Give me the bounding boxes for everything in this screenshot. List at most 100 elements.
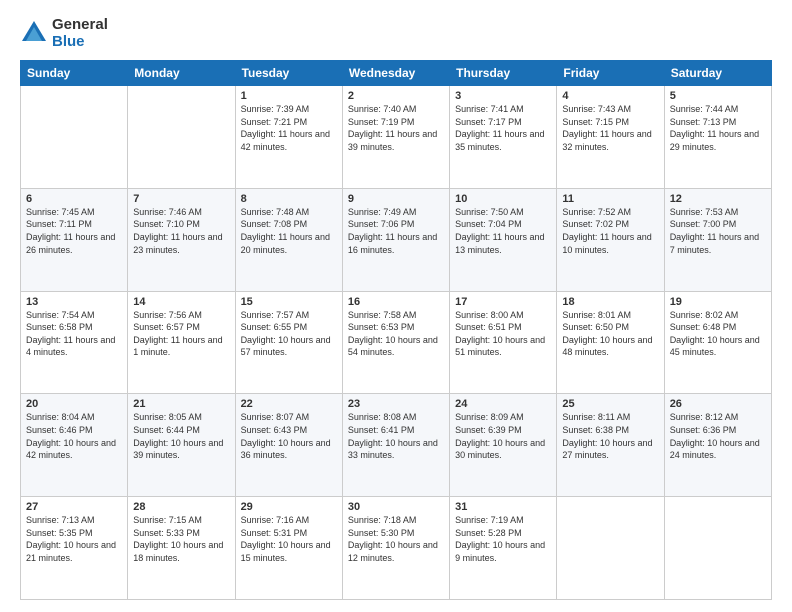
day-info: Sunrise: 8:11 AM Sunset: 6:38 PM Dayligh… xyxy=(562,411,658,461)
day-number: 21 xyxy=(133,398,229,410)
calendar-cell: 10Sunrise: 7:50 AM Sunset: 7:04 PM Dayli… xyxy=(450,188,557,291)
day-info: Sunrise: 8:08 AM Sunset: 6:41 PM Dayligh… xyxy=(348,411,444,461)
day-number: 30 xyxy=(348,501,444,513)
weekday-header-row: SundayMondayTuesdayWednesdayThursdayFrid… xyxy=(21,61,772,86)
day-number: 17 xyxy=(455,296,551,308)
calendar-cell: 26Sunrise: 8:12 AM Sunset: 6:36 PM Dayli… xyxy=(664,394,771,497)
day-number: 16 xyxy=(348,296,444,308)
logo: General Blue xyxy=(20,16,108,50)
calendar-table: SundayMondayTuesdayWednesdayThursdayFrid… xyxy=(20,60,772,600)
calendar-cell: 3Sunrise: 7:41 AM Sunset: 7:17 PM Daylig… xyxy=(450,86,557,189)
calendar-cell: 9Sunrise: 7:49 AM Sunset: 7:06 PM Daylig… xyxy=(342,188,449,291)
day-info: Sunrise: 8:02 AM Sunset: 6:48 PM Dayligh… xyxy=(670,309,766,359)
day-number: 22 xyxy=(241,398,337,410)
calendar-cell xyxy=(128,86,235,189)
calendar-cell: 5Sunrise: 7:44 AM Sunset: 7:13 PM Daylig… xyxy=(664,86,771,189)
calendar-cell xyxy=(21,86,128,189)
day-number: 2 xyxy=(348,90,444,102)
day-info: Sunrise: 7:50 AM Sunset: 7:04 PM Dayligh… xyxy=(455,206,551,256)
day-number: 6 xyxy=(26,193,122,205)
day-info: Sunrise: 7:45 AM Sunset: 7:11 PM Dayligh… xyxy=(26,206,122,256)
day-info: Sunrise: 8:12 AM Sunset: 6:36 PM Dayligh… xyxy=(670,411,766,461)
week-row-1: 6Sunrise: 7:45 AM Sunset: 7:11 PM Daylig… xyxy=(21,188,772,291)
week-row-3: 20Sunrise: 8:04 AM Sunset: 6:46 PM Dayli… xyxy=(21,394,772,497)
day-number: 18 xyxy=(562,296,658,308)
weekday-header-thursday: Thursday xyxy=(450,61,557,86)
logo-text: General Blue xyxy=(52,16,108,50)
day-number: 11 xyxy=(562,193,658,205)
calendar-cell: 13Sunrise: 7:54 AM Sunset: 6:58 PM Dayli… xyxy=(21,291,128,394)
day-info: Sunrise: 7:49 AM Sunset: 7:06 PM Dayligh… xyxy=(348,206,444,256)
weekday-header-friday: Friday xyxy=(557,61,664,86)
calendar-cell: 14Sunrise: 7:56 AM Sunset: 6:57 PM Dayli… xyxy=(128,291,235,394)
calendar-cell: 31Sunrise: 7:19 AM Sunset: 5:28 PM Dayli… xyxy=(450,497,557,600)
calendar-cell: 6Sunrise: 7:45 AM Sunset: 7:11 PM Daylig… xyxy=(21,188,128,291)
logo-icon xyxy=(20,19,48,47)
calendar-cell: 28Sunrise: 7:15 AM Sunset: 5:33 PM Dayli… xyxy=(128,497,235,600)
day-number: 13 xyxy=(26,296,122,308)
calendar-cell: 2Sunrise: 7:40 AM Sunset: 7:19 PM Daylig… xyxy=(342,86,449,189)
day-info: Sunrise: 7:52 AM Sunset: 7:02 PM Dayligh… xyxy=(562,206,658,256)
day-number: 26 xyxy=(670,398,766,410)
day-info: Sunrise: 8:00 AM Sunset: 6:51 PM Dayligh… xyxy=(455,309,551,359)
week-row-2: 13Sunrise: 7:54 AM Sunset: 6:58 PM Dayli… xyxy=(21,291,772,394)
day-info: Sunrise: 7:13 AM Sunset: 5:35 PM Dayligh… xyxy=(26,514,122,564)
day-info: Sunrise: 7:58 AM Sunset: 6:53 PM Dayligh… xyxy=(348,309,444,359)
day-number: 20 xyxy=(26,398,122,410)
calendar-cell: 20Sunrise: 8:04 AM Sunset: 6:46 PM Dayli… xyxy=(21,394,128,497)
calendar-cell xyxy=(664,497,771,600)
weekday-header-sunday: Sunday xyxy=(21,61,128,86)
day-info: Sunrise: 8:09 AM Sunset: 6:39 PM Dayligh… xyxy=(455,411,551,461)
day-info: Sunrise: 8:05 AM Sunset: 6:44 PM Dayligh… xyxy=(133,411,229,461)
calendar-cell: 15Sunrise: 7:57 AM Sunset: 6:55 PM Dayli… xyxy=(235,291,342,394)
calendar-cell: 12Sunrise: 7:53 AM Sunset: 7:00 PM Dayli… xyxy=(664,188,771,291)
day-number: 14 xyxy=(133,296,229,308)
calendar-cell: 27Sunrise: 7:13 AM Sunset: 5:35 PM Dayli… xyxy=(21,497,128,600)
calendar-cell: 22Sunrise: 8:07 AM Sunset: 6:43 PM Dayli… xyxy=(235,394,342,497)
day-number: 9 xyxy=(348,193,444,205)
day-info: Sunrise: 7:40 AM Sunset: 7:19 PM Dayligh… xyxy=(348,103,444,153)
calendar-cell: 29Sunrise: 7:16 AM Sunset: 5:31 PM Dayli… xyxy=(235,497,342,600)
day-number: 4 xyxy=(562,90,658,102)
day-number: 5 xyxy=(670,90,766,102)
day-info: Sunrise: 7:16 AM Sunset: 5:31 PM Dayligh… xyxy=(241,514,337,564)
day-number: 29 xyxy=(241,501,337,513)
week-row-4: 27Sunrise: 7:13 AM Sunset: 5:35 PM Dayli… xyxy=(21,497,772,600)
weekday-header-saturday: Saturday xyxy=(664,61,771,86)
week-row-0: 1Sunrise: 7:39 AM Sunset: 7:21 PM Daylig… xyxy=(21,86,772,189)
weekday-header-wednesday: Wednesday xyxy=(342,61,449,86)
calendar-cell: 25Sunrise: 8:11 AM Sunset: 6:38 PM Dayli… xyxy=(557,394,664,497)
calendar-cell: 16Sunrise: 7:58 AM Sunset: 6:53 PM Dayli… xyxy=(342,291,449,394)
day-info: Sunrise: 7:44 AM Sunset: 7:13 PM Dayligh… xyxy=(670,103,766,153)
day-number: 23 xyxy=(348,398,444,410)
day-info: Sunrise: 7:18 AM Sunset: 5:30 PM Dayligh… xyxy=(348,514,444,564)
calendar-cell: 18Sunrise: 8:01 AM Sunset: 6:50 PM Dayli… xyxy=(557,291,664,394)
calendar-cell: 24Sunrise: 8:09 AM Sunset: 6:39 PM Dayli… xyxy=(450,394,557,497)
calendar-cell xyxy=(557,497,664,600)
calendar-cell: 8Sunrise: 7:48 AM Sunset: 7:08 PM Daylig… xyxy=(235,188,342,291)
calendar-cell: 23Sunrise: 8:08 AM Sunset: 6:41 PM Dayli… xyxy=(342,394,449,497)
day-info: Sunrise: 7:57 AM Sunset: 6:55 PM Dayligh… xyxy=(241,309,337,359)
calendar-cell: 19Sunrise: 8:02 AM Sunset: 6:48 PM Dayli… xyxy=(664,291,771,394)
day-number: 27 xyxy=(26,501,122,513)
day-number: 8 xyxy=(241,193,337,205)
calendar-cell: 11Sunrise: 7:52 AM Sunset: 7:02 PM Dayli… xyxy=(557,188,664,291)
calendar-cell: 4Sunrise: 7:43 AM Sunset: 7:15 PM Daylig… xyxy=(557,86,664,189)
header: General Blue xyxy=(20,16,772,50)
day-info: Sunrise: 8:07 AM Sunset: 6:43 PM Dayligh… xyxy=(241,411,337,461)
day-info: Sunrise: 7:39 AM Sunset: 7:21 PM Dayligh… xyxy=(241,103,337,153)
day-number: 24 xyxy=(455,398,551,410)
day-info: Sunrise: 7:46 AM Sunset: 7:10 PM Dayligh… xyxy=(133,206,229,256)
day-info: Sunrise: 8:04 AM Sunset: 6:46 PM Dayligh… xyxy=(26,411,122,461)
day-number: 28 xyxy=(133,501,229,513)
day-number: 19 xyxy=(670,296,766,308)
day-info: Sunrise: 7:15 AM Sunset: 5:33 PM Dayligh… xyxy=(133,514,229,564)
day-info: Sunrise: 7:41 AM Sunset: 7:17 PM Dayligh… xyxy=(455,103,551,153)
day-info: Sunrise: 7:48 AM Sunset: 7:08 PM Dayligh… xyxy=(241,206,337,256)
calendar-cell: 1Sunrise: 7:39 AM Sunset: 7:21 PM Daylig… xyxy=(235,86,342,189)
day-number: 1 xyxy=(241,90,337,102)
calendar-cell: 7Sunrise: 7:46 AM Sunset: 7:10 PM Daylig… xyxy=(128,188,235,291)
day-number: 3 xyxy=(455,90,551,102)
day-number: 15 xyxy=(241,296,337,308)
weekday-header-tuesday: Tuesday xyxy=(235,61,342,86)
